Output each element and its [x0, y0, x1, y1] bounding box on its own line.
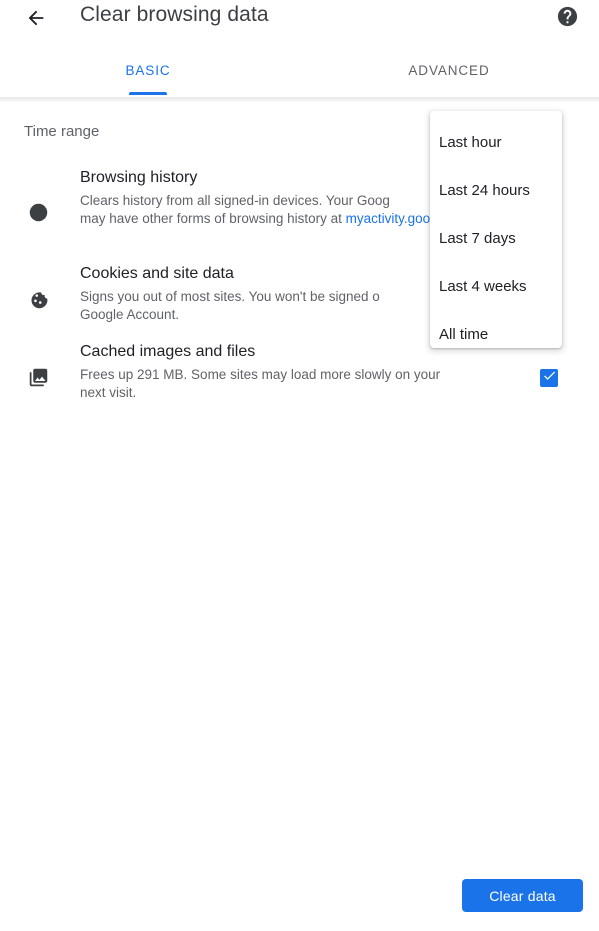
- time-range-label: Time range: [24, 123, 100, 140]
- tab-advanced[interactable]: ADVANCED: [399, 47, 499, 97]
- arrow-back-icon: [25, 7, 47, 29]
- description-line-2: may have other forms of browsing history…: [80, 211, 346, 226]
- description-line-2: Google Account.: [80, 307, 180, 322]
- description-line-1: Frees up 291 MB. Some sites may load mor…: [80, 367, 441, 382]
- dialog-footer: Clear data: [0, 863, 599, 931]
- list-item-title: Cached images and files: [80, 343, 256, 360]
- dropdown-item-label: Last 4 weeks: [439, 278, 527, 295]
- description-line-1: Clears history from all signed-in device…: [80, 193, 390, 208]
- list-item-title: Browsing history: [80, 169, 198, 186]
- dropdown-item-all-time[interactable]: All time: [430, 311, 562, 359]
- dropdown-item-label: Last hour: [439, 134, 502, 151]
- time-range-dropdown-menu[interactable]: Last hour Last 24 hours Last 7 days Last…: [430, 111, 562, 348]
- photo-library-icon: [27, 366, 49, 388]
- tab-basic-label: BASIC: [125, 63, 171, 78]
- cached-images-checkbox[interactable]: [540, 369, 558, 387]
- dropdown-item-last-4-weeks[interactable]: Last 4 weeks: [430, 263, 562, 311]
- tab-basic[interactable]: BASIC: [98, 47, 198, 97]
- tab-advanced-label: ADVANCED: [408, 63, 490, 78]
- check-icon: [542, 368, 557, 388]
- cookie-icon: [27, 288, 49, 310]
- dropdown-item-last-7-days[interactable]: Last 7 days: [430, 215, 562, 263]
- clock-icon: [27, 201, 49, 223]
- list-item-description: Frees up 291 MB. Some sites may load mor…: [80, 366, 500, 402]
- tab-bar: BASIC ADVANCED: [0, 47, 599, 97]
- dropdown-item-last-hour[interactable]: Last hour: [430, 119, 562, 167]
- page-title: Clear browsing data: [80, 3, 269, 26]
- dropdown-item-label: All time: [439, 326, 489, 343]
- dropdown-item-label: Last 7 days: [439, 230, 516, 247]
- back-button[interactable]: [18, 0, 54, 36]
- dropdown-item-label: Last 24 hours: [439, 182, 530, 199]
- dropdown-item-last-24-hours[interactable]: Last 24 hours: [430, 167, 562, 215]
- help-circle-icon: [556, 6, 579, 32]
- list-item-title: Cookies and site data: [80, 265, 234, 282]
- tab-active-indicator: [129, 92, 167, 95]
- clear-data-button[interactable]: Clear data: [462, 879, 583, 912]
- help-button[interactable]: [556, 5, 579, 28]
- clear-browsing-data-dialog: Clear browsing data BASIC ADVANCED Time …: [0, 0, 599, 931]
- description-line-1: Signs you out of most sites. You won't b…: [80, 289, 380, 304]
- dialog-header: Clear browsing data: [0, 0, 599, 48]
- description-line-2: next visit.: [80, 385, 137, 400]
